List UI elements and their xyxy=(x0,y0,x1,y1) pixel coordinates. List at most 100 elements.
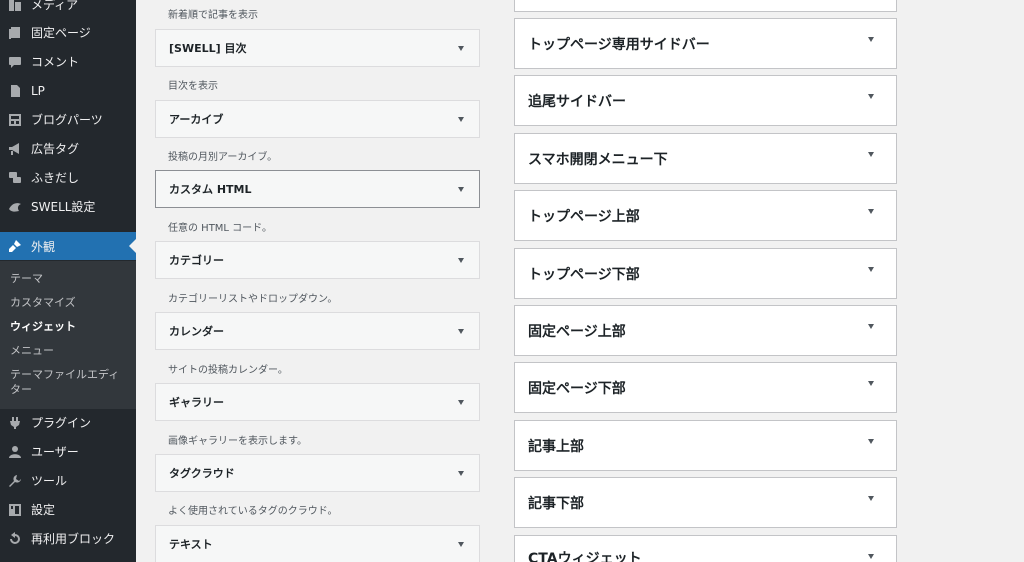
widget-title: [SWELL] 目次 xyxy=(169,42,247,55)
widget-description: 新着順で記事を表示 xyxy=(168,10,258,21)
widget-area-sticky-sidebar[interactable]: 追尾サイドバー xyxy=(514,75,897,126)
submenu-item-widgets[interactable]: ウィジェット xyxy=(10,319,126,334)
menu-item-label: 固定ページ xyxy=(31,26,91,40)
comment-icon xyxy=(8,55,22,69)
widget-area-page-top[interactable]: 固定ページ上部 xyxy=(514,305,897,356)
chevron-down-icon[interactable] xyxy=(458,45,464,51)
chevron-down-icon[interactable] xyxy=(458,470,464,476)
widget-area-title: 固定ページ下部 xyxy=(528,380,626,397)
widget-area-title: トップページ専用サイドバー xyxy=(528,36,710,53)
submenu-item-customize[interactable]: カスタマイズ xyxy=(10,295,126,310)
chevron-down-icon[interactable] xyxy=(868,37,874,42)
swell-icon xyxy=(8,200,22,214)
submenu-item-themes[interactable]: テーマ xyxy=(10,271,126,286)
chevron-down-icon[interactable] xyxy=(868,209,874,214)
menu-item-label: ブログパーツ xyxy=(31,113,103,127)
menu-item-media[interactable]: メディア xyxy=(0,0,136,19)
menu-item-label: ユーザー xyxy=(31,445,79,459)
widget-area-title: 記事上部 xyxy=(528,438,584,455)
widget-title: カレンダー xyxy=(169,325,224,338)
widget-archives[interactable]: アーカイブ xyxy=(155,100,480,138)
menu-item-label: ふきだし xyxy=(31,171,80,185)
widget-area-sp-menu-bottom[interactable]: スマホ開閉メニュー下 xyxy=(514,133,897,184)
chevron-down-icon[interactable] xyxy=(458,116,464,122)
menu-item-label: ツール xyxy=(31,474,68,488)
chevron-down-icon[interactable] xyxy=(868,94,874,99)
widget-area-post-top[interactable]: 記事上部 xyxy=(514,420,897,471)
widget-area-title: スマホ開閉メニュー下 xyxy=(528,151,668,168)
menu-item-plugins[interactable]: プラグイン xyxy=(0,408,136,437)
document-icon xyxy=(8,84,22,98)
widget-area-toppage-top[interactable]: トップページ上部 xyxy=(514,190,897,241)
widget-text[interactable]: テキスト xyxy=(155,525,480,562)
menu-item-tools[interactable]: ツール xyxy=(0,466,136,495)
menu-item-label: LP xyxy=(31,83,45,98)
widget-description: カテゴリーリストやドロップダウン。 xyxy=(168,294,338,305)
menu-item-label: SWELL設定 xyxy=(31,200,96,214)
media-icon xyxy=(8,0,22,12)
chevron-down-icon[interactable] xyxy=(458,541,464,547)
widget-calendar[interactable]: カレンダー xyxy=(155,312,480,350)
menu-item-settings[interactable]: 設定 xyxy=(0,495,136,524)
speech-bubble-icon xyxy=(8,171,22,185)
widget-description: サイトの投稿カレンダー。 xyxy=(168,365,288,376)
appearance-submenu: テーマ カスタマイズ ウィジェット メニュー テーマファイルエディター xyxy=(0,261,136,409)
menu-item-appearance[interactable]: 外観 xyxy=(0,232,136,260)
brush-icon xyxy=(8,239,22,253)
chevron-down-icon[interactable] xyxy=(868,152,874,157)
widget-description: 任意の HTML コード。 xyxy=(168,223,272,234)
chevron-down-icon[interactable] xyxy=(868,324,874,329)
menu-item-label: プラグイン xyxy=(31,416,92,430)
layout-icon xyxy=(8,113,22,127)
chevron-down-icon[interactable] xyxy=(458,328,464,334)
menu-item-label: 再利用ブロック xyxy=(31,532,116,546)
widget-title: ギャラリー xyxy=(169,396,224,409)
menu-item-label: 外観 xyxy=(31,239,56,254)
menu-item-ad-tags[interactable]: 広告タグ xyxy=(0,134,136,163)
chevron-down-icon[interactable] xyxy=(868,554,874,559)
widget-title: カスタム HTML xyxy=(169,183,252,196)
widget-custom-html[interactable]: カスタム HTML xyxy=(155,170,480,208)
chevron-down-icon[interactable] xyxy=(458,399,464,405)
widget-area-toppage-sidebar[interactable]: トップページ専用サイドバー xyxy=(514,18,897,69)
widget-description: よく使用されているタグのクラウド。 xyxy=(168,506,338,517)
menu-item-pages[interactable]: 固定ページ xyxy=(0,18,136,47)
widget-tag-cloud[interactable]: タグクラウド xyxy=(155,454,480,492)
chevron-down-icon[interactable] xyxy=(868,496,874,501)
widget-area-title: 記事下部 xyxy=(528,495,584,512)
widget-area-partial[interactable] xyxy=(514,0,897,12)
widget-categories[interactable]: カテゴリー xyxy=(155,241,480,279)
menu-item-reusable-blocks[interactable]: 再利用ブロック xyxy=(0,524,136,553)
widget-area-title: 固定ページ上部 xyxy=(528,323,626,340)
plugin-icon xyxy=(8,416,22,430)
settings-icon xyxy=(8,503,22,517)
chevron-down-icon[interactable] xyxy=(868,439,874,444)
menu-item-label: 設定 xyxy=(31,503,56,517)
widget-area-title: トップページ下部 xyxy=(528,266,640,283)
chevron-down-icon[interactable] xyxy=(458,257,464,263)
menu-item-swell-settings[interactable]: SWELL設定 xyxy=(0,192,136,221)
chevron-down-icon[interactable] xyxy=(868,267,874,272)
admin-sidebar: メディア 固定ページ コメント LP ブログパーツ 広告タグ ふきだし SWEL… xyxy=(0,0,136,562)
menu-item-blog-parts[interactable]: ブログパーツ xyxy=(0,105,136,134)
widget-area-page-bottom[interactable]: 固定ページ下部 xyxy=(514,362,897,413)
widget-gallery[interactable]: ギャラリー xyxy=(155,383,480,421)
page-icon xyxy=(8,26,22,40)
user-icon xyxy=(8,445,22,459)
menu-item-lp[interactable]: LP xyxy=(0,76,136,105)
menu-item-label: コメント xyxy=(31,55,80,69)
widget-title: テキスト xyxy=(169,538,213,551)
submenu-item-menus[interactable]: メニュー xyxy=(10,343,126,358)
chevron-down-icon[interactable] xyxy=(868,381,874,386)
chevron-down-icon[interactable] xyxy=(458,186,464,192)
menu-item-speech-bubbles[interactable]: ふきだし xyxy=(0,163,136,192)
widget-area-post-bottom[interactable]: 記事下部 xyxy=(514,477,897,528)
menu-item-users[interactable]: ユーザー xyxy=(0,437,136,466)
widget-area-title: CTAウィジェット xyxy=(528,551,642,562)
widget-toc[interactable]: [SWELL] 目次 xyxy=(155,29,480,67)
menu-item-comments[interactable]: コメント xyxy=(0,47,136,76)
widget-area-cta[interactable]: CTAウィジェット xyxy=(514,535,897,562)
widget-area-toppage-bottom[interactable]: トップページ下部 xyxy=(514,248,897,299)
widget-area-title: 追尾サイドバー xyxy=(528,93,626,110)
submenu-item-theme-file-editor[interactable]: テーマファイルエディター xyxy=(10,367,122,397)
